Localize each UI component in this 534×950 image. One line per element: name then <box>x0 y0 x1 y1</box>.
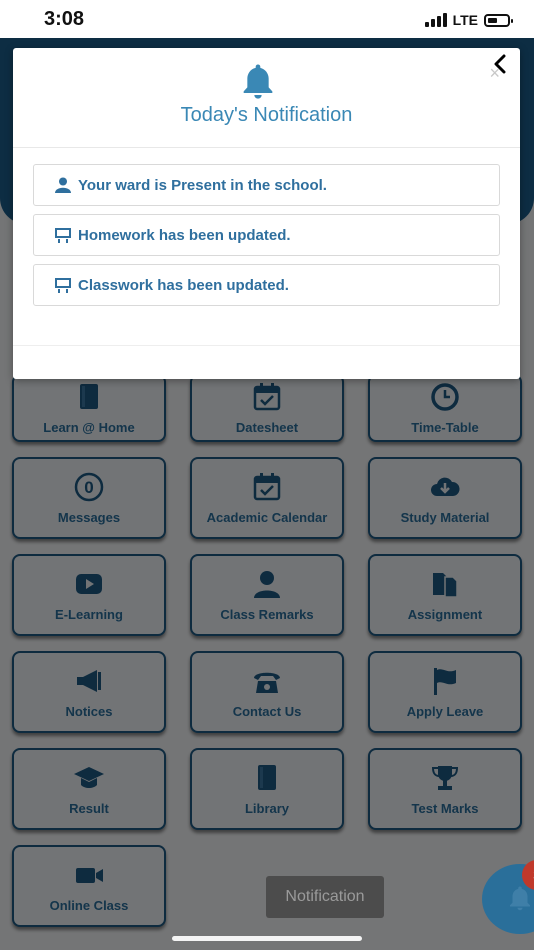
notification-list: Your ward is Present in the school. Homew… <box>33 164 500 314</box>
status-bar: 3:08 LTE <box>0 0 534 38</box>
battery-level <box>488 17 497 23</box>
status-indicators: LTE <box>424 12 513 28</box>
notification-fab-label: Notification <box>266 876 384 918</box>
network-type: LTE <box>452 12 478 28</box>
notification-item[interactable]: Your ward is Present in the school. <box>33 164 500 206</box>
board-icon <box>54 277 72 293</box>
notification-item[interactable]: Classwork has been updated. <box>33 264 500 306</box>
modal-header: Today's Notification × <box>13 48 520 148</box>
modal-title: Today's Notification <box>180 104 353 126</box>
notification-text: Homework has been updated. <box>78 226 291 244</box>
user-icon <box>54 177 72 193</box>
modal-footer <box>13 345 520 346</box>
bell-icon <box>243 64 273 99</box>
notification-text: Your ward is Present in the school. <box>78 176 327 194</box>
home-indicator[interactable] <box>172 936 362 941</box>
signal-icon <box>424 13 447 27</box>
chevron-left-icon[interactable] <box>492 54 508 74</box>
status-time: 3:08 <box>44 8 85 30</box>
battery-icon <box>484 13 513 27</box>
board-icon <box>54 227 72 243</box>
notification-text: Classwork has been updated. <box>78 276 289 294</box>
notification-item[interactable]: Homework has been updated. <box>33 214 500 256</box>
app-screen: Learn @ HomeDatesheetTime-Table0Messages… <box>0 38 534 950</box>
notification-modal: Today's Notification × Your ward is Pres… <box>13 48 520 379</box>
